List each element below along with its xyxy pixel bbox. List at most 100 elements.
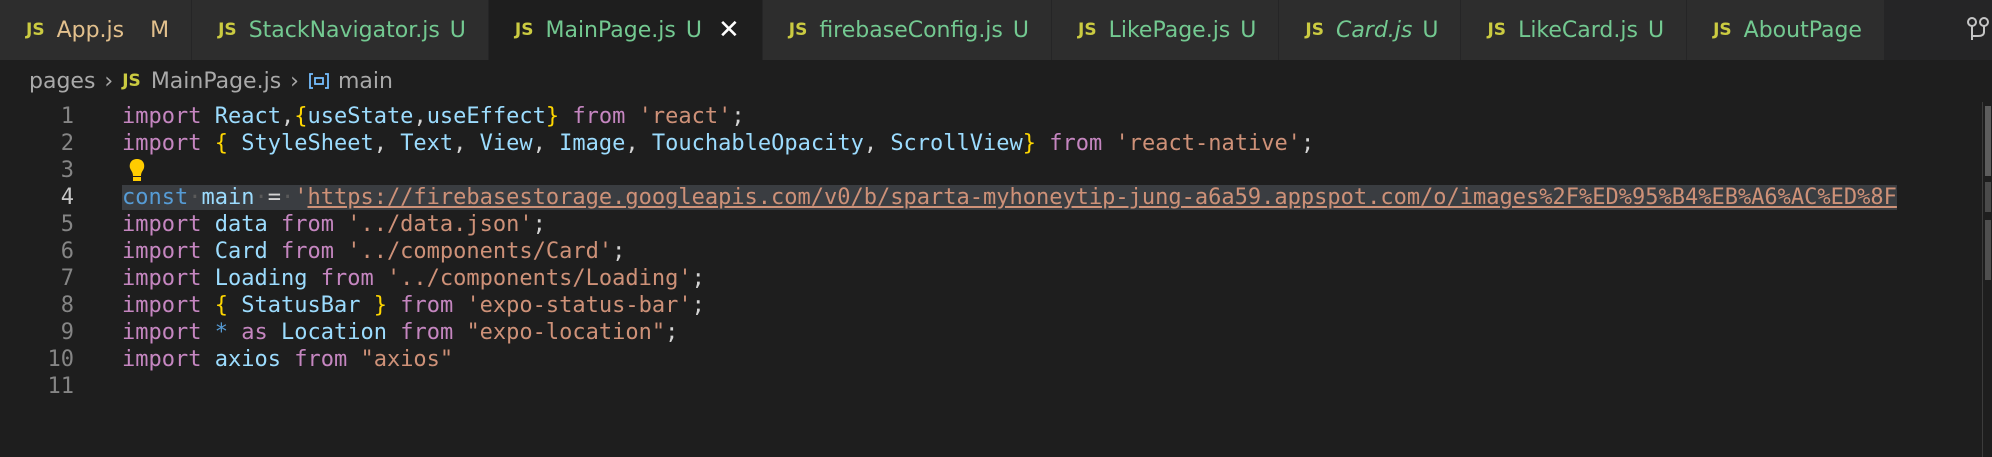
chevron-right-icon: ›	[104, 68, 114, 94]
code-token: Image	[559, 131, 626, 156]
tab-firebaseconfig-js[interactable]: JS firebaseConfig.js U	[762, 0, 1052, 60]
git-status-badge: U	[1422, 17, 1439, 43]
code-token: React	[214, 104, 281, 129]
code-token: ,	[453, 131, 480, 156]
code-token: }	[545, 104, 560, 129]
code-token: ;	[665, 320, 679, 345]
code-token: as	[241, 320, 268, 345]
js-file-icon: JS	[788, 20, 808, 40]
js-file-icon: JS	[1305, 20, 1324, 40]
breadcrumb-file[interactable]: MainPage.js	[151, 69, 281, 94]
code-token: StyleSheet	[241, 131, 374, 156]
git-status-badge: U	[1012, 17, 1029, 43]
js-file-icon: JS	[1713, 20, 1732, 40]
tab-label: App.js	[56, 17, 125, 43]
tab-aboutpage[interactable]: JS AboutPage	[1687, 0, 1885, 60]
js-file-icon: JS	[122, 71, 141, 91]
code-token: {	[294, 104, 308, 129]
vertical-scrollbar[interactable]	[1982, 102, 1992, 457]
code-token: main	[201, 185, 255, 210]
tab-card-js[interactable]: JS Card.js U	[1279, 0, 1462, 60]
scrollbar-marker	[1985, 220, 1991, 280]
js-file-icon: JS	[514, 20, 534, 40]
tab-likecard-js[interactable]: JS LikeCard.js U	[1461, 0, 1688, 60]
code-line[interactable]: 11	[0, 370, 1992, 404]
git-status-badge: U	[1240, 17, 1257, 43]
code-token: import	[122, 239, 202, 264]
breadcrumb: pages › JS MainPage.js › main	[0, 60, 1992, 102]
code-token: ,	[625, 131, 652, 156]
code-token: useState	[307, 104, 414, 129]
breadcrumb-folder[interactable]: pages	[29, 69, 95, 94]
split-editor-icon[interactable]	[1966, 14, 1990, 46]
tab-mainpage-js[interactable]: JS MainPage.js U ✕	[488, 0, 763, 60]
tab-app-js[interactable]: JS App.js M	[0, 0, 193, 60]
code-token: 'react'	[638, 104, 732, 129]
code-token: const	[122, 185, 189, 210]
code-token: ;	[731, 104, 745, 129]
code-token: '../data.json'	[347, 212, 533, 237]
code-token: 'expo-status-bar'	[466, 293, 692, 318]
code-editor[interactable]: 1 import React,{useState,useEffect} from …	[0, 102, 1992, 457]
code-token: from	[400, 320, 454, 345]
code-token: from	[572, 104, 626, 129]
js-file-icon: JS	[1487, 20, 1507, 40]
code-token: from	[280, 239, 334, 264]
js-file-icon: JS	[1078, 20, 1097, 40]
code-token: ;	[1300, 131, 1315, 156]
code-token: import	[122, 131, 202, 156]
close-icon[interactable]: ✕	[718, 17, 740, 43]
code-token: ,	[373, 131, 401, 156]
tab-stacknavigator-js[interactable]: JS StackNavigator.js U	[192, 0, 489, 60]
tab-label: MainPage.js	[545, 17, 676, 43]
code-token: ·	[254, 185, 268, 210]
code-token: 'react-native'	[1115, 131, 1301, 156]
git-status-badge: M	[150, 17, 170, 43]
js-file-icon: JS	[26, 20, 45, 40]
code-token: import	[122, 320, 202, 345]
code-token: ;	[691, 266, 705, 291]
git-status-badge: U	[685, 17, 702, 43]
tab-label: Card.js	[1335, 17, 1413, 43]
code-token: ,	[532, 131, 560, 156]
symbol-variable-icon	[309, 73, 329, 89]
code-token: "axios"	[360, 347, 454, 372]
code-token: ,	[280, 104, 295, 129]
code-token: Text	[400, 131, 454, 156]
code-token: from	[400, 293, 454, 318]
code-token: ;	[612, 239, 626, 264]
code-token: ;	[532, 212, 546, 237]
tab-likepage-js[interactable]: JS LikePage.js U	[1052, 0, 1280, 60]
code-token: from	[280, 212, 334, 237]
tab-label: LikeCard.js	[1518, 17, 1638, 43]
code-token: '	[294, 185, 308, 210]
code-token: *	[214, 320, 228, 345]
breadcrumb-symbol[interactable]: main	[338, 69, 393, 94]
scrollbar-marker	[1985, 182, 1991, 212]
tab-label: firebaseConfig.js	[819, 17, 1003, 43]
code-token: import	[122, 266, 202, 291]
git-status-badge: U	[1647, 17, 1665, 43]
git-status-badge: U	[449, 17, 466, 43]
